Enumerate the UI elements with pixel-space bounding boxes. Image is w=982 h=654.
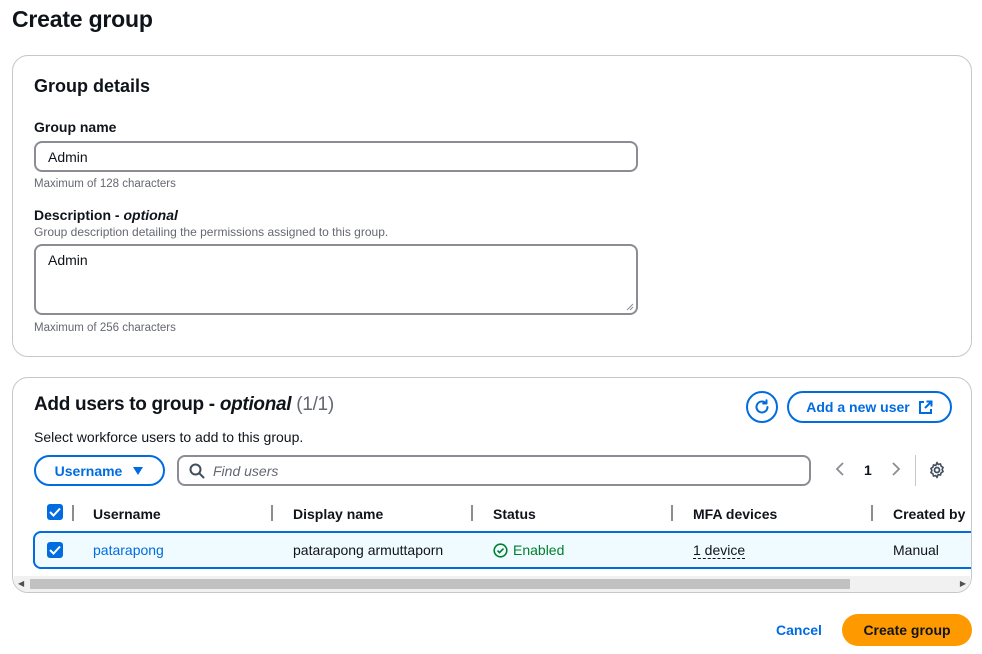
- checkbox-checked-icon: [49, 545, 61, 555]
- description-hint: Group description detailing the permissi…: [34, 225, 389, 239]
- group-details-card: Group details Group name Admin Maximum o…: [12, 55, 972, 357]
- table-row[interactable]: patarapong patarapong armuttaporn Enable…: [33, 531, 971, 569]
- pager-divider: [915, 455, 916, 486]
- scroll-right-arrow-icon[interactable]: ▶: [960, 579, 966, 588]
- add-users-title: Add users to group - optional (1/1): [34, 394, 334, 416]
- description-label: Description - optional: [34, 207, 178, 223]
- group-name-value: Admin: [48, 149, 88, 165]
- group-name-constraint: Maximum of 128 characters: [34, 178, 176, 190]
- add-new-user-label: Add a new user: [806, 399, 910, 415]
- scrollbar-thumb[interactable]: [30, 579, 850, 589]
- column-header-status[interactable]: Status: [493, 506, 536, 522]
- description-label-text: Description -: [34, 207, 124, 223]
- search-icon: [189, 463, 205, 478]
- description-value: Admin: [48, 252, 88, 268]
- column-header-created-by[interactable]: Created by: [893, 506, 965, 522]
- description-textarea[interactable]: Admin: [34, 244, 638, 315]
- row-status: Enabled: [493, 542, 564, 558]
- refresh-button[interactable]: [746, 391, 778, 423]
- row-mfa-devices[interactable]: 1 device: [693, 542, 746, 559]
- refresh-icon: [755, 399, 769, 414]
- search-input[interactable]: [213, 462, 773, 479]
- resize-handle-icon[interactable]: [626, 303, 634, 311]
- column-separator[interactable]: [471, 505, 473, 521]
- column-separator[interactable]: [671, 505, 673, 521]
- search-field[interactable]: [177, 455, 811, 486]
- status-success-icon: [493, 542, 508, 558]
- column-header-username[interactable]: Username: [93, 506, 161, 522]
- current-page-number[interactable]: 1: [864, 462, 872, 478]
- add-users-title-text: Add users to group -: [34, 394, 220, 415]
- create-group-button[interactable]: Create group: [842, 614, 972, 646]
- property-filter-label: Username: [54, 462, 123, 479]
- external-link-icon: [918, 400, 933, 414]
- description-constraint: Maximum of 256 characters: [34, 322, 176, 334]
- group-name-label: Group name: [34, 119, 117, 135]
- add-users-card: Add users to group - optional (1/1) Sele…: [12, 377, 972, 593]
- select-all-checkbox[interactable]: [47, 504, 63, 520]
- add-new-user-button[interactable]: Add a new user: [787, 391, 952, 423]
- row-checkbox[interactable]: [47, 542, 63, 558]
- column-separator[interactable]: [871, 505, 873, 521]
- users-table: Username Display name Status MFA devices…: [13, 497, 971, 575]
- checkbox-checked-icon: [49, 507, 61, 517]
- selected-count: (1/1): [296, 394, 334, 415]
- add-users-optional-text: optional: [219, 394, 292, 415]
- settings-icon: [930, 461, 944, 479]
- chevron-left-icon[interactable]: [835, 462, 845, 481]
- chevron-right-icon[interactable]: [891, 462, 901, 481]
- property-filter-dropdown[interactable]: Username: [34, 455, 165, 486]
- group-name-input[interactable]: Admin: [34, 141, 638, 172]
- group-details-title: Group details: [34, 76, 151, 96]
- cancel-button[interactable]: Cancel: [776, 622, 822, 638]
- add-users-subtitle: Select workforce users to add to this gr…: [34, 429, 304, 445]
- column-separator[interactable]: [271, 505, 273, 521]
- row-status-text: Enabled: [513, 542, 565, 558]
- horizontal-scrollbar[interactable]: ◀ ▶: [14, 576, 970, 592]
- description-optional-text: optional: [123, 207, 178, 223]
- column-header-display-name[interactable]: Display name: [293, 506, 383, 522]
- table-header: Username Display name Status MFA devices…: [13, 497, 971, 531]
- scroll-left-arrow-icon[interactable]: ◀: [18, 579, 24, 588]
- row-username-link[interactable]: patarapong: [93, 542, 164, 558]
- page-title: Create group: [12, 6, 153, 32]
- row-display-name: patarapong armuttaporn: [293, 542, 444, 558]
- row-created-by: Manual: [893, 542, 939, 558]
- table-settings-button[interactable]: [928, 461, 946, 484]
- column-separator: [72, 505, 74, 521]
- column-header-mfa-devices[interactable]: MFA devices: [693, 506, 777, 522]
- caret-down-icon: [133, 466, 144, 475]
